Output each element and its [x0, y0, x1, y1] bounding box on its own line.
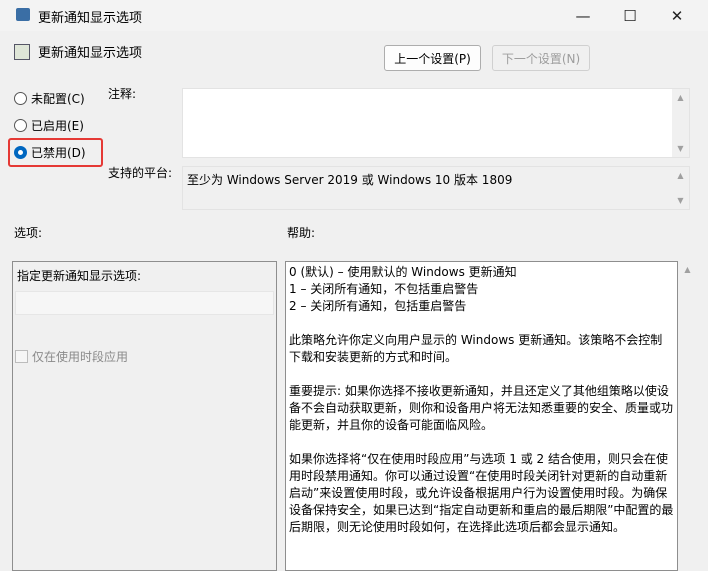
- platform-label: 支持的平台:: [108, 166, 173, 180]
- help-paragraph: 重要提示: 如果你选择不接收更新通知，并且还定义了其他组策略以使设 备不会自动获取…: [289, 383, 674, 434]
- help-line: 用时段禁用通知。你可以通过设置“在使用时段关闭针对更新的自动重新: [289, 469, 668, 483]
- options-label: 选项:: [14, 226, 43, 240]
- active-hours-checkbox[interactable]: 仅在使用时段应用: [15, 348, 128, 365]
- radio-label: 已启用(E): [31, 119, 84, 133]
- platform-scrollbar[interactable]: ▲ ▼: [672, 167, 689, 209]
- window-title: 更新通知显示选项: [38, 11, 143, 26]
- help-line: 如果你选择将“仅在使用时段应用”与选项 1 或 2 结合使用，则只会在使: [289, 452, 668, 466]
- help-line: 启动”来设置使用时段，或允许设备根据用户行为设置使用时段。为确保: [289, 486, 668, 500]
- help-panel: 0 (默认) – 使用默认的 Windows 更新通知 1 – 关闭所有通知，不包…: [285, 261, 678, 571]
- radio-circle: [14, 92, 27, 105]
- help-line: 能更新，并且你的设备可能面临风险。: [289, 418, 494, 432]
- help-paragraph: 如果你选择将“仅在使用时段应用”与选项 1 或 2 结合使用，则只会在使 用时段禁…: [289, 451, 674, 536]
- help-line: 1 – 关闭所有通知，不包括重启警告: [289, 282, 479, 296]
- radio-label: 已禁用(D): [31, 146, 86, 160]
- checkbox-label: 仅在使用时段应用: [32, 350, 129, 364]
- help-line: 重要提示: 如果你选择不接收更新通知，并且还定义了其他组策略以使设: [289, 384, 669, 398]
- help-label: 帮助:: [287, 226, 316, 240]
- help-line: 0 (默认) – 使用默认的 Windows 更新通知: [289, 265, 517, 279]
- radio-circle: [14, 119, 27, 132]
- policy-icon: [14, 44, 30, 60]
- checkbox-box: [15, 350, 28, 363]
- help-paragraph: 0 (默认) – 使用默认的 Windows 更新通知 1 – 关闭所有通知，不包…: [289, 264, 674, 315]
- help-line: 设备保持安全，如果已达到“指定自动更新和重启的最后期限”中配置的最: [289, 503, 674, 517]
- platform-value: 至少为 Windows Server 2019 或 Windows 10 版本 …: [187, 173, 513, 187]
- help-line: 后期限，则无论使用时段如何，在选择此选项后都会显示通知。: [289, 520, 626, 534]
- maximize-button[interactable]: ☐: [607, 0, 653, 31]
- radio-enabled[interactable]: 已启用(E): [14, 117, 84, 134]
- help-line: 此策略允许你定义向用户显示的 Windows 更新通知。该策略不会控制: [289, 333, 663, 347]
- minimize-button[interactable]: —: [560, 0, 606, 31]
- next-setting-button[interactable]: 下一个设置(N): [492, 45, 590, 71]
- app-icon: [16, 8, 30, 21]
- help-paragraph: 此策略允许你定义向用户显示的 Windows 更新通知。该策略不会控制 下载和安装…: [289, 332, 674, 366]
- help-line: 下载和安装更新的方式和时间。: [289, 350, 458, 364]
- help-line: 2 – 关闭所有通知，包括重启警告: [289, 299, 467, 313]
- comment-label: 注释:: [108, 87, 137, 101]
- policy-name: 更新通知显示选项: [38, 46, 143, 61]
- comment-scrollbar[interactable]: ▲ ▼: [672, 89, 689, 157]
- radio-circle-selected: [14, 146, 27, 159]
- comment-textarea[interactable]: ▲ ▼: [182, 88, 690, 158]
- previous-setting-button[interactable]: 上一个设置(P): [384, 45, 481, 71]
- close-button[interactable]: ✕: [654, 0, 700, 31]
- options-panel: 指定更新通知显示选项: 仅在使用时段应用: [12, 261, 277, 571]
- radio-disabled[interactable]: 已禁用(D): [14, 144, 86, 161]
- help-scrollbar[interactable]: ▲: [678, 261, 697, 567]
- radio-label: 未配置(C): [31, 92, 85, 106]
- notification-option-select[interactable]: [15, 291, 274, 315]
- title-bar: 更新通知显示选项 — ☐ ✕: [0, 0, 708, 31]
- platform-box: 至少为 Windows Server 2019 或 Windows 10 版本 …: [182, 166, 690, 210]
- radio-not-configured[interactable]: 未配置(C): [14, 90, 85, 107]
- help-line: 备不会自动获取更新，则你和设备用户将无法知悉重要的安全、质量或功: [289, 401, 674, 415]
- notification-option-label: 指定更新通知显示选项:: [17, 269, 142, 283]
